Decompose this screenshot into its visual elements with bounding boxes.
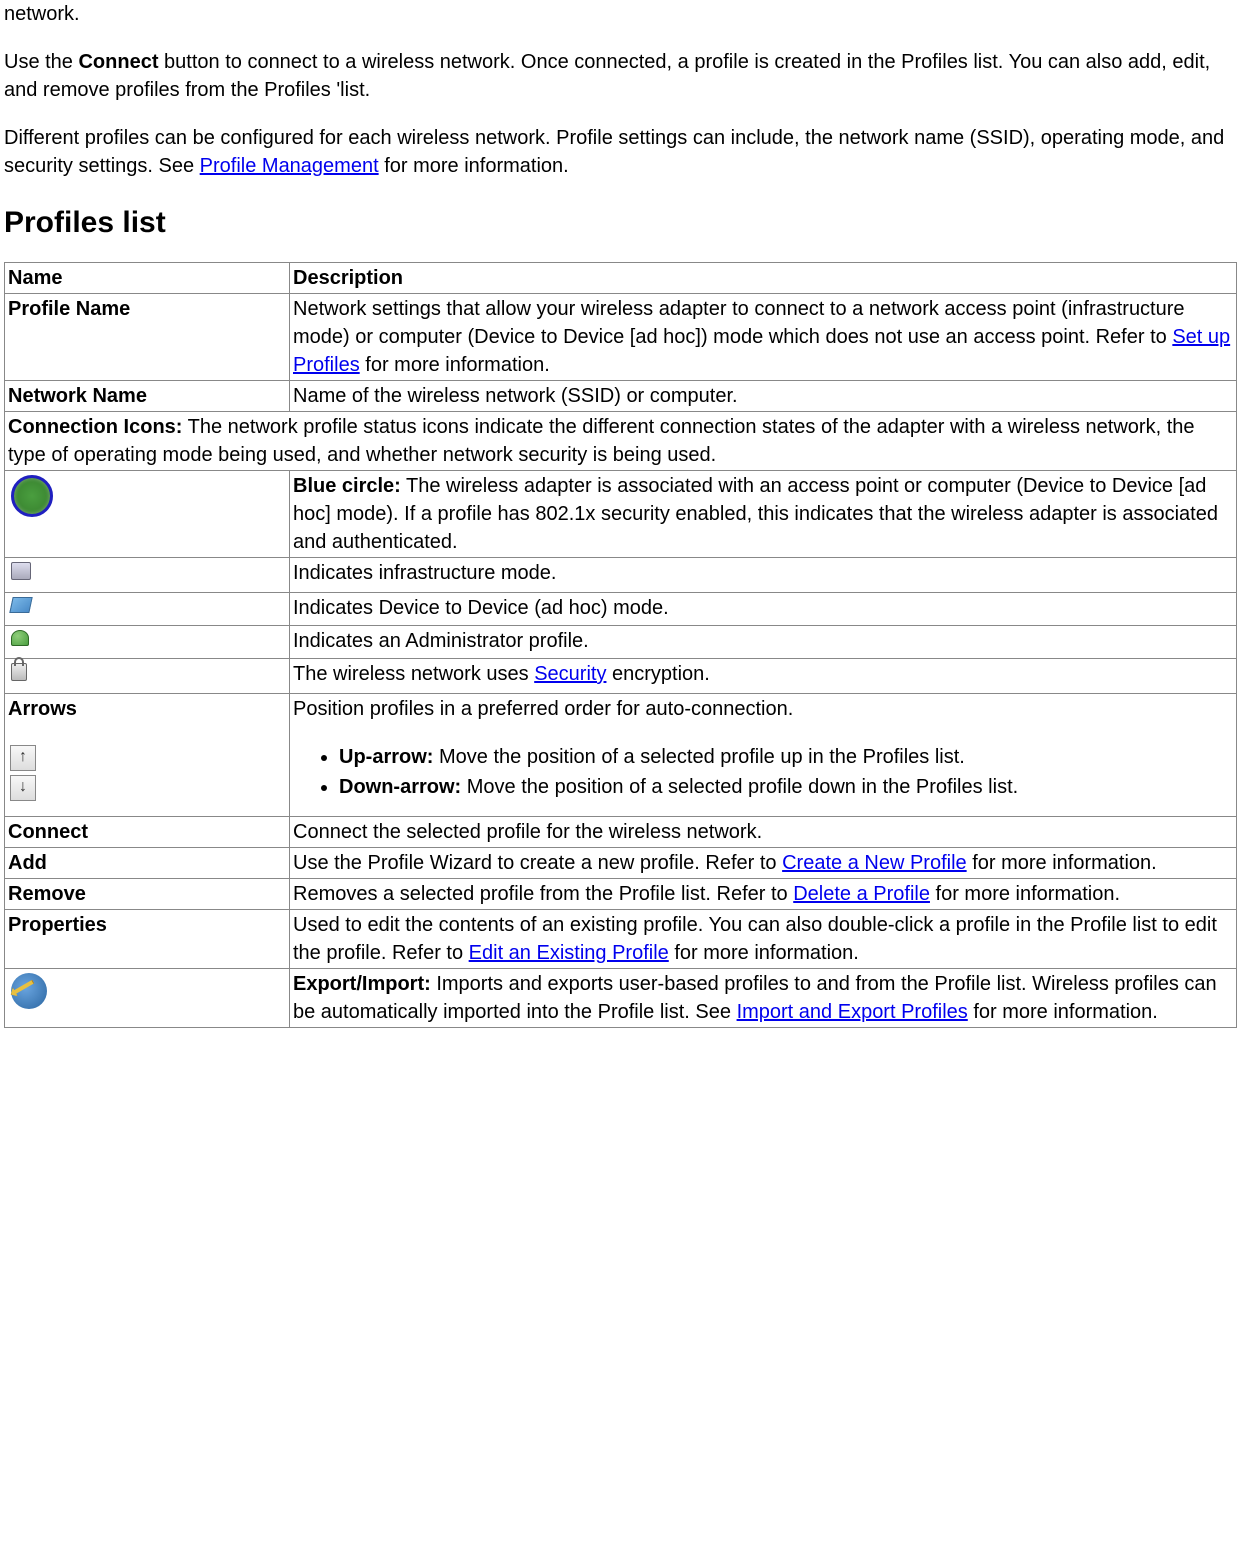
cell-desc: Network settings that allow your wireles… — [290, 294, 1237, 381]
row-export-import: Export/Import: Imports and exports user-… — [5, 969, 1237, 1028]
row-add: Add Use the Profile Wizard to create a n… — [5, 848, 1237, 879]
row-network-name: Network Name Name of the wireless networ… — [5, 381, 1237, 412]
text: for more information. — [967, 852, 1157, 874]
cell-name: Profile Name — [8, 298, 130, 320]
cell-name: Network Name — [8, 385, 147, 407]
row-profile-name: Profile Name Network settings that allow… — [5, 294, 1237, 381]
row-adhoc: Indicates Device to Device (ad hoc) mode… — [5, 593, 1237, 626]
profiles-list-heading: Profiles list — [4, 202, 1237, 244]
intro-profiles: Different profiles can be configured for… — [4, 124, 1237, 180]
profiles-table: Name Description Profile Name Network se… — [4, 262, 1237, 1028]
intro-fragment: network. — [4, 0, 1237, 28]
edit-existing-profile-link[interactable]: Edit an Existing Profile — [469, 942, 669, 964]
text: The network profile status icons indicat… — [8, 416, 1195, 466]
connection-icons-bold: Connection Icons: — [8, 416, 182, 438]
create-new-profile-link[interactable]: Create a New Profile — [782, 852, 967, 874]
import-export-profiles-link[interactable]: Import and Export Profiles — [737, 1001, 968, 1023]
adhoc-icon — [9, 597, 32, 613]
text: The wireless adapter is associated with … — [293, 475, 1218, 553]
cell-desc: Indicates infrastructure mode. — [290, 558, 1237, 593]
cell-name: Properties — [8, 914, 107, 936]
text: encryption. — [606, 663, 709, 685]
infrastructure-icon — [11, 562, 31, 580]
cell-desc: Indicates Device to Device (ad hoc) mode… — [290, 593, 1237, 626]
row-properties: Properties Used to edit the contents of … — [5, 910, 1237, 969]
up-arrow-button[interactable]: ↑ — [10, 745, 36, 771]
text: for more information. — [360, 354, 550, 376]
wifi-blue-circle-icon — [11, 475, 53, 517]
row-connect: Connect Connect the selected profile for… — [5, 817, 1237, 848]
cell-desc: Export/Import: Imports and exports user-… — [290, 969, 1237, 1028]
cell-desc: Blue circle: The wireless adapter is ass… — [290, 471, 1237, 558]
lock-icon — [11, 663, 27, 681]
row-security: The wireless network uses Security encry… — [5, 659, 1237, 694]
text: Move the position of a selected profile … — [433, 746, 964, 768]
cell-desc: Used to edit the contents of an existing… — [290, 910, 1237, 969]
list-item: Down-arrow: Move the position of a selec… — [339, 773, 1233, 801]
cell-desc: Position profiles in a preferred order f… — [290, 694, 1237, 817]
profile-management-link[interactable]: Profile Management — [200, 155, 379, 177]
cell-desc: Connect the selected profile for the wir… — [290, 817, 1237, 848]
intro-connect: Use the Connect button to connect to a w… — [4, 48, 1237, 104]
text: Use the — [4, 51, 78, 73]
cell-name: Remove — [8, 883, 86, 905]
row-connection-icons: Connection Icons: The network profile st… — [5, 412, 1237, 471]
table-header-row: Name Description — [5, 263, 1237, 294]
text: button to connect to a wireless network.… — [4, 51, 1210, 101]
text: for more information. — [968, 1001, 1158, 1023]
cell-name: Add — [8, 852, 47, 874]
cell-desc: The wireless network uses Security encry… — [290, 659, 1237, 694]
text: Move the position of a selected profile … — [461, 776, 1018, 798]
text: The wireless network uses — [293, 663, 534, 685]
text: Use the Profile Wizard to create a new p… — [293, 852, 782, 874]
arrows-list: Up-arrow: Move the position of a selecte… — [293, 743, 1233, 801]
row-admin: Indicates an Administrator profile. — [5, 626, 1237, 659]
blue-circle-bold: Blue circle: — [293, 475, 401, 497]
text: for more information. — [930, 883, 1120, 905]
list-item: Up-arrow: Move the position of a selecte… — [339, 743, 1233, 771]
export-import-bold: Export/Import: — [293, 973, 431, 995]
delete-profile-link[interactable]: Delete a Profile — [793, 883, 930, 905]
text: for more information. — [379, 155, 569, 177]
down-arrow-bold: Down-arrow: — [339, 776, 461, 798]
cell-desc: Name of the wireless network (SSID) or c… — [290, 381, 1237, 412]
row-arrows: Arrows ↑ ↓ Position profiles in a prefer… — [5, 694, 1237, 817]
row-blue-circle: Blue circle: The wireless adapter is ass… — [5, 471, 1237, 558]
arrows-intro: Position profiles in a preferred order f… — [293, 698, 793, 720]
admin-icon — [11, 630, 29, 646]
arrows-box: ↑ ↓ — [10, 745, 286, 801]
cell-desc: Use the Profile Wizard to create a new p… — [290, 848, 1237, 879]
security-link[interactable]: Security — [534, 663, 606, 685]
down-arrow-button[interactable]: ↓ — [10, 775, 36, 801]
cell-name: Connect — [8, 821, 88, 843]
header-desc: Description — [293, 267, 403, 289]
connect-bold: Connect — [78, 51, 158, 73]
text: Removes a selected profile from the Prof… — [293, 883, 793, 905]
header-name: Name — [8, 267, 62, 289]
row-infrastructure: Indicates infrastructure mode. — [5, 558, 1237, 593]
cell-name: Arrows — [8, 698, 77, 720]
export-import-icon — [11, 973, 47, 1009]
text: Network settings that allow your wireles… — [293, 298, 1185, 348]
row-remove: Remove Removes a selected profile from t… — [5, 879, 1237, 910]
cell-desc: Removes a selected profile from the Prof… — [290, 879, 1237, 910]
text: for more information. — [669, 942, 859, 964]
text: Different profiles can be configured for… — [4, 127, 1224, 177]
up-arrow-bold: Up-arrow: — [339, 746, 433, 768]
cell-desc: Indicates an Administrator profile. — [290, 626, 1237, 659]
cell-span: Connection Icons: The network profile st… — [5, 412, 1237, 471]
